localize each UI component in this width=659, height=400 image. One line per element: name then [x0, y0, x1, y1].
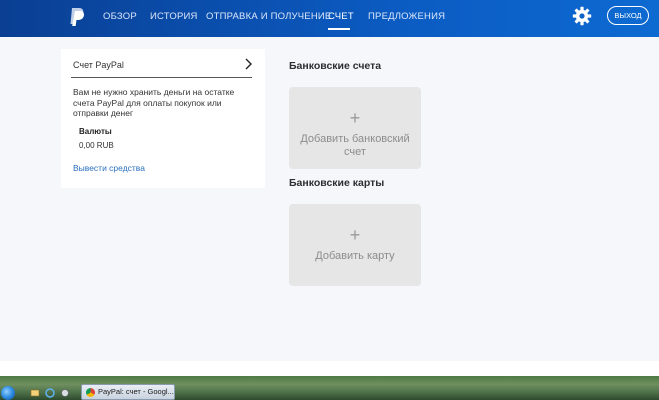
withdraw-link[interactable]: Вывести средства — [73, 163, 145, 173]
card-title: Счет PayPal — [73, 60, 124, 70]
bank-cards-heading: Банковские карты — [289, 177, 385, 189]
chrome-icon — [86, 388, 95, 397]
logout-button[interactable]: ВЫХОД — [607, 6, 649, 25]
taskbar-chrome-window[interactable]: PayPal: счет - Googl... — [81, 384, 175, 400]
add-bank-account-label: Добавить банковский счет — [300, 133, 410, 158]
ie-icon[interactable] — [45, 388, 55, 398]
start-button[interactable] — [1, 386, 15, 400]
chevron-right-icon[interactable] — [244, 58, 252, 70]
currency-label: Валюты — [79, 127, 112, 136]
bank-accounts-heading: Банковские счета — [289, 60, 382, 72]
plus-icon: + — [349, 225, 361, 245]
explorer-icon[interactable] — [30, 388, 40, 398]
add-card-button[interactable]: + Добавить карту — [289, 204, 421, 286]
add-bank-account-button[interactable]: + Добавить банковский счет — [289, 87, 421, 169]
gear-icon[interactable] — [572, 6, 592, 26]
plus-icon: + — [349, 108, 361, 128]
currency-value: 0,00 RUB — [79, 141, 114, 150]
nav-item-overview[interactable]: ОБЗОР — [103, 11, 137, 22]
card-divider — [71, 77, 252, 78]
card-description: Вам не нужно хранить деньги на остатке с… — [73, 87, 235, 118]
taskbar-window-title: PayPal: счет - Googl... — [98, 387, 174, 396]
nav-item-history[interactable]: ИСТОРИЯ — [150, 11, 198, 22]
nav-item-account[interactable]: СЧЕТ — [328, 11, 354, 22]
page-bottom-strip — [0, 361, 659, 376]
settings-tray-icon[interactable] — [60, 388, 70, 398]
nav-item-offers[interactable]: ПРЕДЛОЖЕНИЯ — [368, 11, 445, 22]
active-nav-indicator — [328, 28, 350, 30]
paypal-logo[interactable] — [68, 7, 86, 27]
add-card-label: Добавить карту — [315, 250, 395, 262]
nav-item-send-receive[interactable]: ОТПРАВКА И ПОЛУЧЕНИЕ — [206, 11, 331, 22]
